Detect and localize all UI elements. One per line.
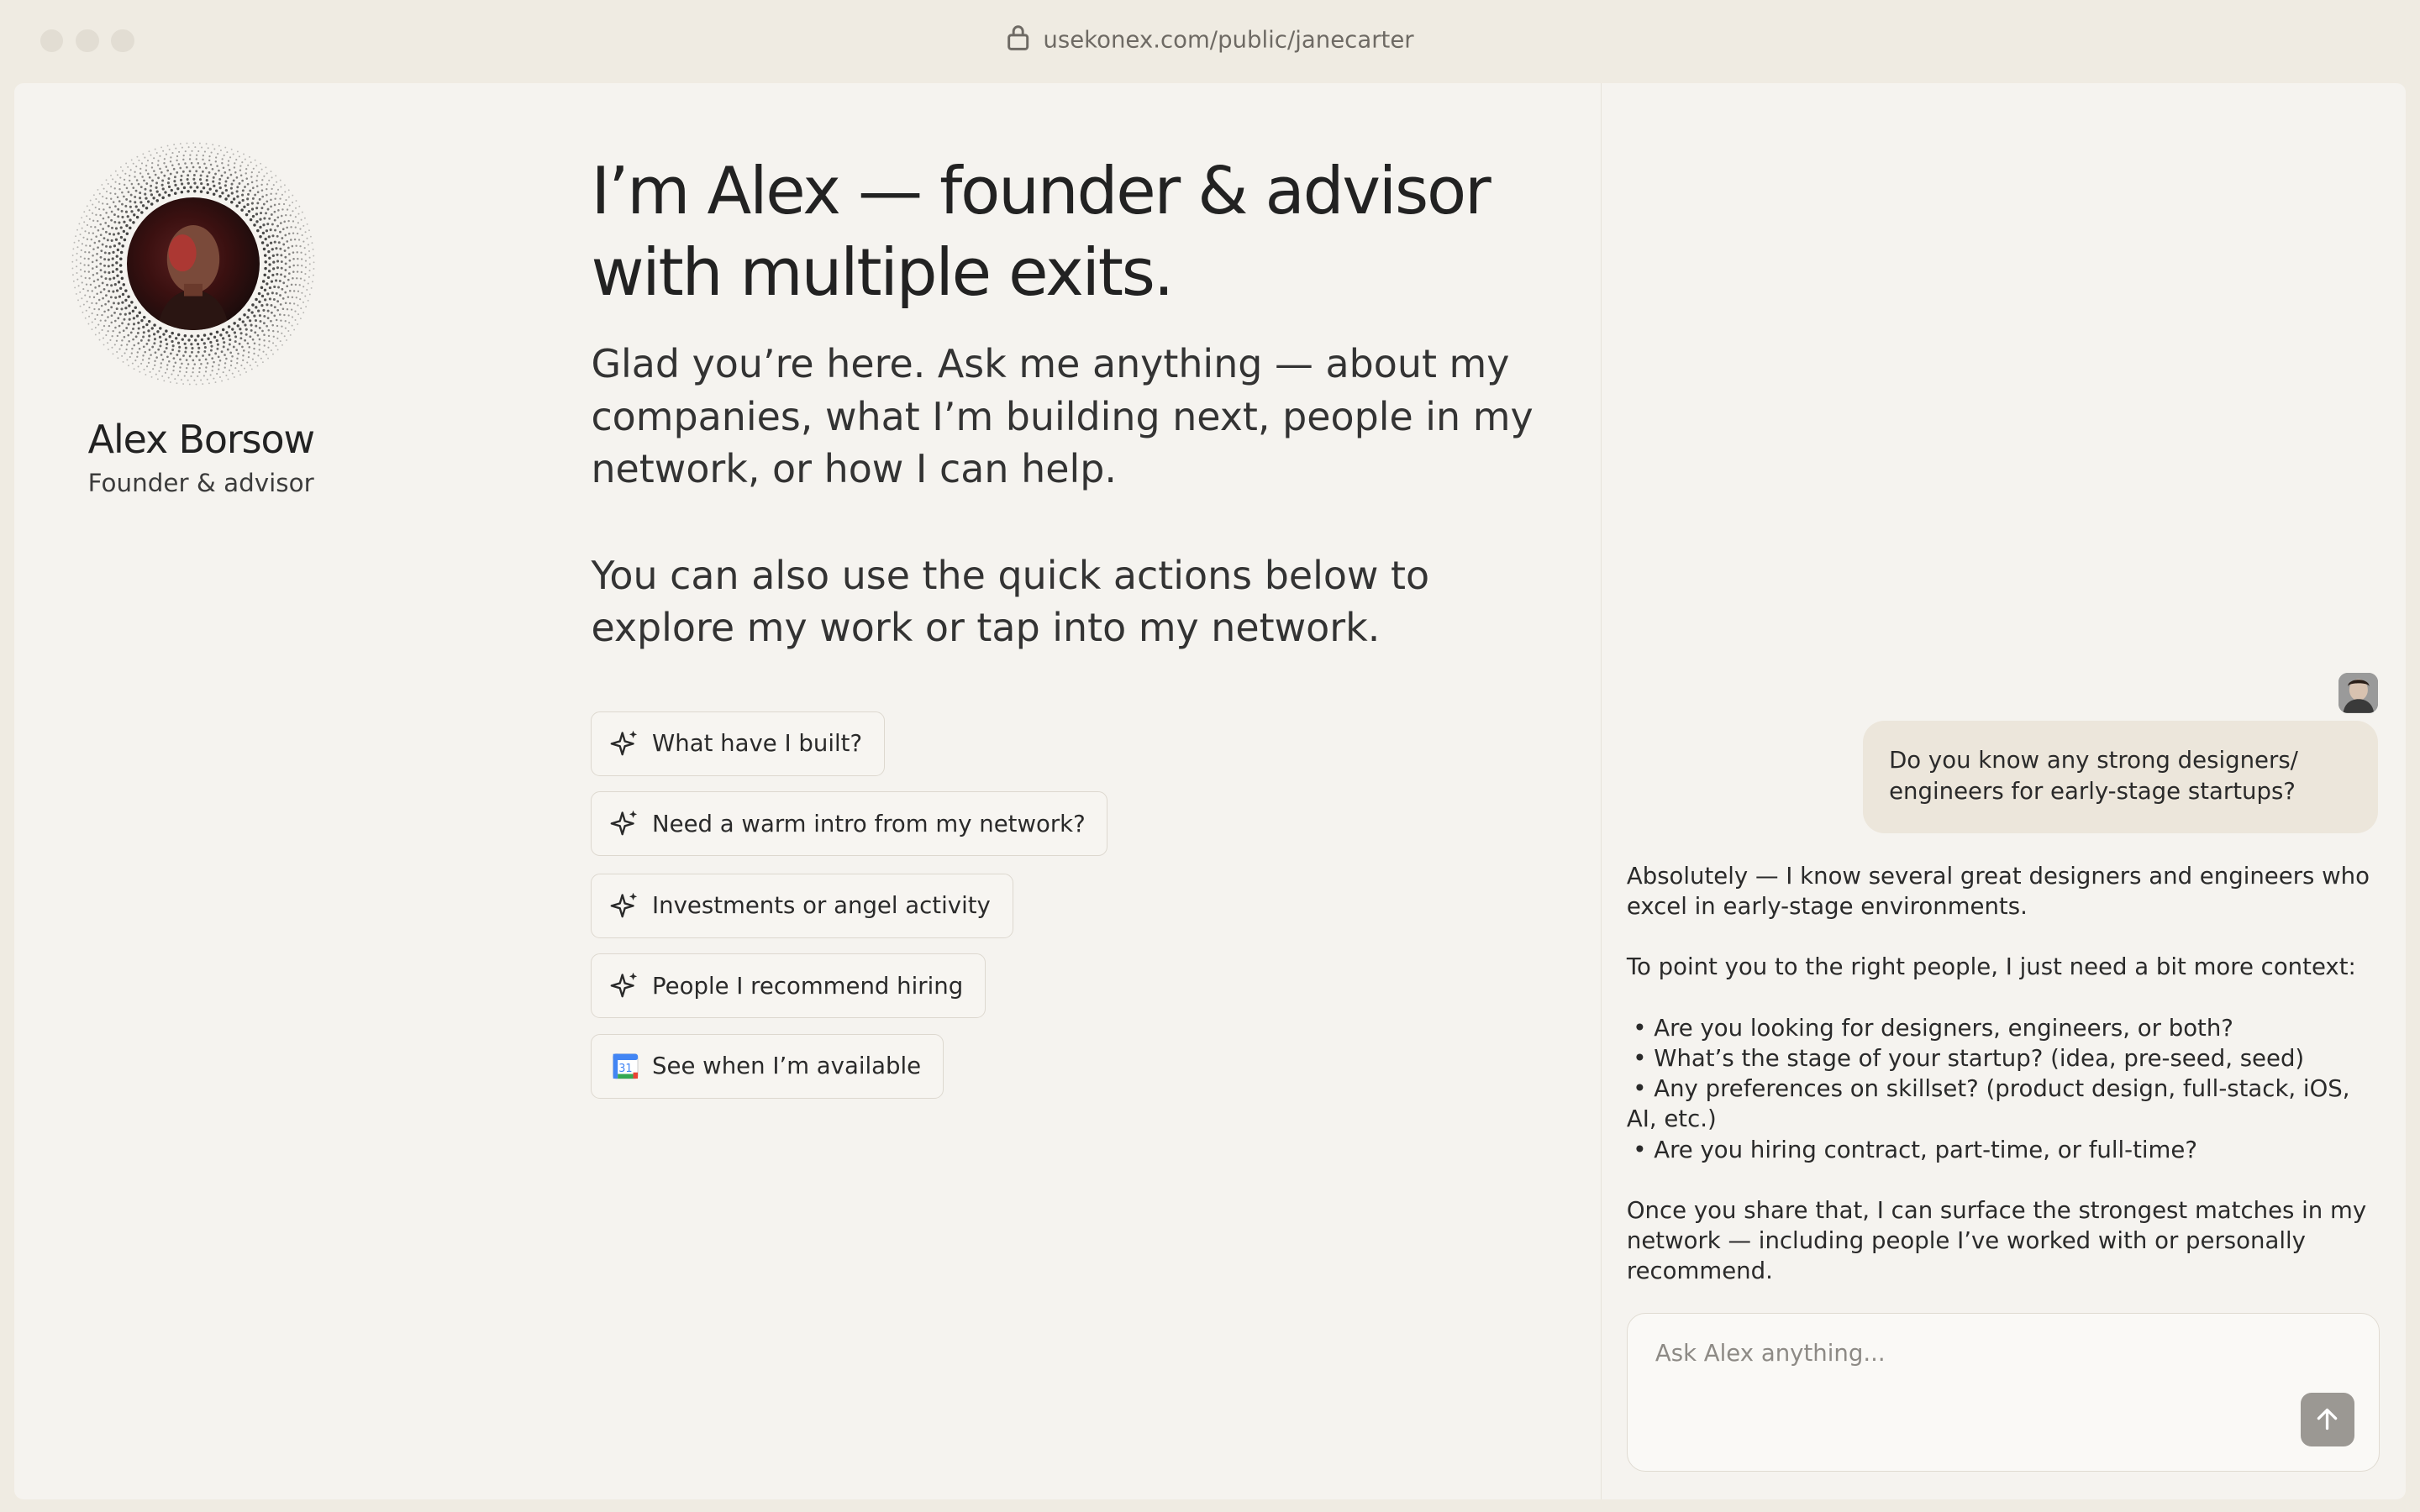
quick-action-hiring[interactable]: People I recommend hiring [591, 953, 986, 1019]
list-item: • Any preferences on skillset? (product … [1626, 1075, 2350, 1133]
chat-input-box[interactable] [1626, 1313, 2381, 1473]
user-avatar [2338, 672, 2379, 713]
reply-bullet-list: • Are you looking for designers, enginee… [1627, 1013, 2386, 1165]
intro-text: Glad you’re here. Ask me anything — abou… [591, 341, 1534, 492]
profile-avatar [70, 140, 317, 387]
avatar [126, 197, 260, 331]
reply-paragraph: Once you share that, I can surface the s… [1626, 1196, 2367, 1285]
user-message-bubble: Do you know any strong designers/ engine… [1862, 720, 2379, 833]
quick-action-warm-intro[interactable]: Need a warm intro from my network? [591, 791, 1108, 857]
profile-role: Founder & advisor [87, 469, 314, 498]
quick-action-label: Investments or angel activity [652, 892, 991, 920]
list-item: • What’s the stage of your startup? (ide… [1633, 1044, 2305, 1072]
sparkle-icon [611, 811, 638, 836]
quick-action-label: What have I built? [652, 730, 863, 758]
calendar-icon: 31 [613, 1053, 639, 1079]
list-item: • Are you hiring contract, part-time, or… [1633, 1136, 2197, 1163]
quick-action-availability[interactable]: 31 See when I’m available [591, 1033, 944, 1099]
sparkle-icon [611, 973, 638, 998]
chat-input[interactable] [1652, 1338, 2307, 1369]
sparkle-icon [611, 892, 638, 918]
arrow-up-icon [2317, 1408, 2338, 1431]
browser-toolbar: usekonex.com/public/janecarter [0, 0, 2420, 83]
page-window: Alex Borsow Founder & advisor I’m Alex —… [13, 83, 2407, 1500]
sparkle-icon [611, 730, 638, 756]
panel-divider [1600, 83, 1602, 1500]
intro-text-secondary: You can also use the quick actions below… [591, 552, 1430, 651]
list-item: • Are you looking for designers, enginee… [1633, 1014, 2233, 1042]
address-bar[interactable]: usekonex.com/public/janecarter [0, 24, 2420, 54]
quick-action-what-built[interactable]: What have I built? [591, 711, 885, 776]
profile-name: Alex Borsow [87, 416, 315, 462]
quick-action-label: People I recommend hiring [652, 972, 964, 1000]
lock-icon [1007, 25, 1029, 51]
quick-action-investments[interactable]: Investments or angel activity [591, 873, 1013, 938]
reply-paragraph: Absolutely — I know several great design… [1626, 862, 2370, 921]
assistant-reply: Absolutely — I know several great design… [1627, 861, 2386, 1317]
send-button[interactable] [2300, 1392, 2354, 1446]
page-title: I’m Alex — founder & advisor with multip… [591, 153, 1491, 312]
reply-paragraph: To point you to the right people, I just… [1626, 953, 2356, 981]
quick-action-label: Need a warm intro from my network? [652, 810, 1086, 837]
svg-text:31: 31 [619, 1063, 633, 1075]
quick-action-label: See when I’m available [652, 1053, 922, 1080]
url-text: usekonex.com/public/janecarter [1043, 26, 1414, 54]
